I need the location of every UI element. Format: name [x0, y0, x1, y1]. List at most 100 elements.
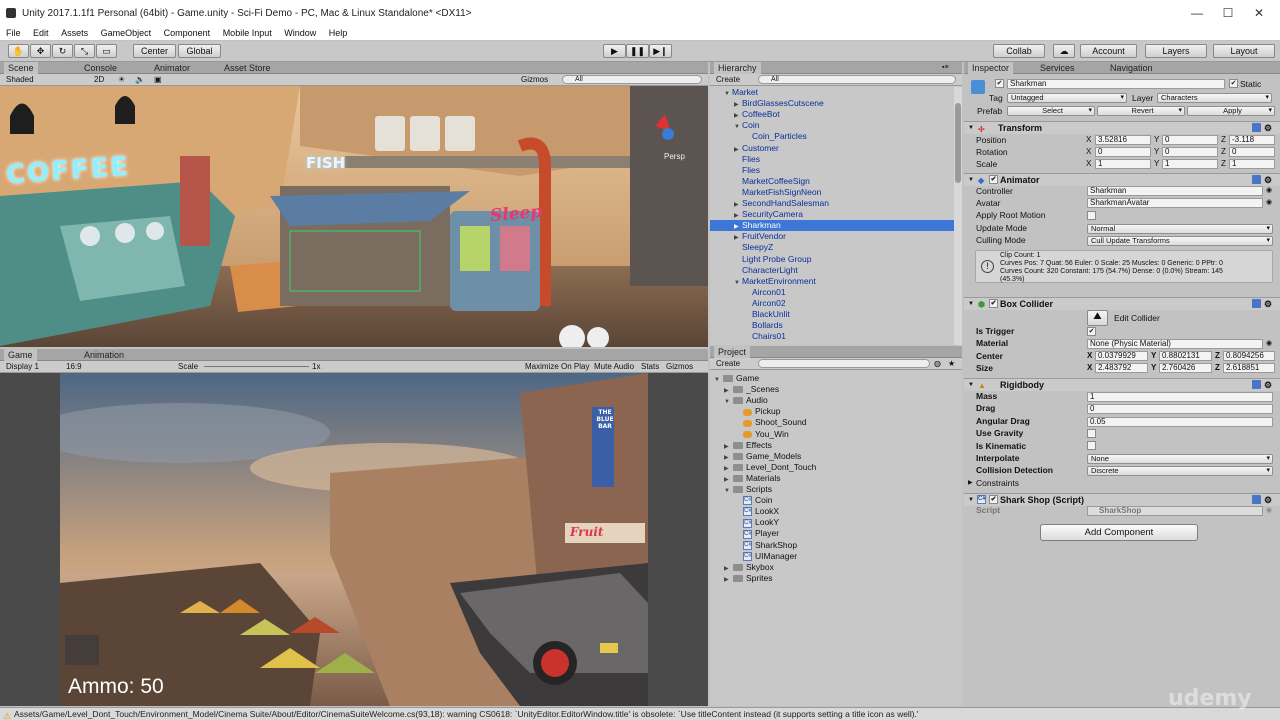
tab-services[interactable]: Services [1036, 62, 1079, 74]
hierarchy-item[interactable]: Chairs01 [710, 331, 954, 342]
account-button[interactable]: Account [1080, 44, 1137, 58]
project-item[interactable]: C# UIManager [734, 551, 797, 562]
game-gizmos-dropdown[interactable]: Gizmos [666, 361, 693, 372]
project-item[interactable]: ▶ Effects [724, 440, 772, 451]
project-item[interactable]: C# Player [734, 528, 779, 539]
settings-gear-icon[interactable]: ⚙ [1264, 494, 1272, 506]
hierarchy-item[interactable]: CharacterLight [710, 265, 954, 276]
hierarchy-item[interactable]: ▶ CoffeeBot [710, 109, 954, 120]
filter-type-icon[interactable]: ◍ [934, 358, 941, 369]
rotation-y-field[interactable]: 0 [1162, 147, 1218, 157]
hierarchy-scroll-thumb[interactable] [955, 103, 961, 183]
panel-menu-icon[interactable]: ▪≡ [942, 64, 949, 71]
tab-navigation[interactable]: Navigation [1106, 62, 1157, 74]
2d-toggle[interactable]: 2D [94, 74, 104, 85]
hierarchy-item[interactable]: ▶ SecondHandSalesman [710, 198, 954, 209]
drag-field[interactable]: 0 [1087, 404, 1273, 414]
favorite-icon[interactable]: ★ [948, 358, 955, 369]
pivot-center-button[interactable]: Center [133, 44, 176, 58]
foldout-arrow-icon[interactable]: ▼ [714, 375, 723, 386]
hierarchy-scrollbar[interactable] [954, 87, 962, 345]
help-icon[interactable] [1252, 380, 1261, 389]
project-item[interactable]: C# LookY [734, 517, 779, 528]
update-mode-dropdown[interactable]: Normal [1087, 224, 1273, 234]
help-icon[interactable] [1252, 175, 1261, 184]
object-picker-icon[interactable]: ◉ [1266, 198, 1272, 206]
culling-mode-dropdown[interactable]: Cull Update Transforms [1087, 236, 1273, 246]
object-picker-icon[interactable]: ◉ [1266, 186, 1272, 194]
edit-collider-button[interactable]: ⛰ [1087, 310, 1108, 326]
foldout-arrow-icon[interactable]: ▼ [724, 486, 733, 497]
animator-enabled-checkbox[interactable]: ✔ [989, 175, 998, 184]
shark-shop-enabled-checkbox[interactable]: ✔ [989, 495, 998, 504]
tab-hierarchy[interactable]: Hierarchy [714, 62, 761, 74]
foldout-arrow-icon[interactable]: ▼ [968, 298, 974, 310]
constraints-foldout[interactable]: Constraints [976, 478, 1019, 489]
foldout-arrow-icon[interactable]: ▶ [968, 479, 973, 486]
project-item[interactable]: ▶ Sprites [724, 573, 772, 584]
project-item[interactable]: C# Coin [734, 495, 772, 506]
is-kinematic-checkbox[interactable] [1087, 441, 1096, 450]
object-picker-icon[interactable]: ◉ [1266, 339, 1272, 347]
stats-toggle[interactable]: Stats [641, 361, 659, 372]
project-item[interactable]: You_Win [734, 429, 789, 440]
tab-scene[interactable]: Scene [4, 62, 38, 74]
object-name-field[interactable]: Sharkman [1007, 79, 1225, 89]
mass-field[interactable]: 1 [1087, 392, 1273, 402]
aspect-dropdown[interactable]: 16:9 [66, 361, 82, 372]
foldout-arrow-icon[interactable]: ▼ [968, 122, 974, 134]
move-tool-icon[interactable]: ✥ [30, 44, 51, 58]
tab-animator[interactable]: Animator [150, 62, 194, 74]
tab-game[interactable]: Game [4, 349, 37, 361]
prefab-select-button[interactable]: Select [1007, 106, 1095, 116]
box-collider-enabled-checkbox[interactable]: ✔ [989, 299, 998, 308]
hierarchy-create-dropdown[interactable]: Create [716, 74, 740, 85]
center-x-field[interactable]: 0.0379929 [1095, 351, 1148, 361]
play-button[interactable]: ▶ [603, 44, 626, 58]
minimize-button[interactable]: — [1182, 6, 1212, 24]
scene-gizmos-dropdown[interactable]: Gizmos [521, 74, 548, 85]
scale-slider[interactable] [204, 366, 309, 367]
project-item[interactable]: C# SharkShop [734, 540, 797, 551]
position-y-field[interactable]: 0 [1162, 135, 1218, 145]
hierarchy-item[interactable]: MarketCoffeeSign [710, 176, 954, 187]
animator-header[interactable]: ▼ ◈ ✔ Animator ⚙ [964, 173, 1280, 186]
step-button[interactable]: ▶❙ [649, 44, 672, 58]
foldout-arrow-icon[interactable]: ▼ [968, 494, 974, 506]
add-component-button[interactable]: Add Component [1040, 524, 1198, 541]
transform-header[interactable]: ▼ ✢ Transform ⚙ [964, 121, 1280, 134]
scene-viewport[interactable]: COFFEE FISH Sleep Persp [0, 86, 708, 347]
scale-z-field[interactable]: 1 [1229, 159, 1275, 169]
use-gravity-checkbox[interactable] [1087, 429, 1096, 438]
shading-dropdown[interactable]: Shaded [6, 74, 34, 85]
hierarchy-item[interactable]: Bollards [710, 320, 954, 331]
position-z-field[interactable]: -3.118 [1229, 135, 1275, 145]
maximize-on-play-toggle[interactable]: Maximize On Play [525, 361, 589, 372]
help-icon[interactable] [1252, 495, 1261, 504]
settings-gear-icon[interactable]: ⚙ [1264, 298, 1272, 310]
collab-button[interactable]: Collab [993, 44, 1045, 58]
scale-tool-icon[interactable]: ⤡ [74, 44, 95, 58]
prefab-apply-button[interactable]: Apply [1187, 106, 1275, 116]
settings-gear-icon[interactable]: ⚙ [1264, 379, 1272, 391]
project-item[interactable]: ▼ Audio [724, 395, 768, 406]
controller-field[interactable]: Sharkman [1087, 186, 1263, 196]
tab-project[interactable]: Project [714, 346, 751, 358]
hierarchy-item[interactable]: Aircon01 [710, 287, 954, 298]
hierarchy-item[interactable]: Flies [710, 154, 954, 165]
hierarchy-item[interactable]: ▶ BirdGlassesCutscene [710, 98, 954, 109]
apply-root-motion-checkbox[interactable] [1087, 211, 1096, 220]
foldout-arrow-icon[interactable]: ▼ [724, 397, 733, 408]
tab-inspector[interactable]: Inspector [968, 62, 1014, 74]
hierarchy-item[interactable]: SleepyZ [710, 242, 954, 253]
hierarchy-item[interactable]: ▶ Customer [710, 143, 954, 154]
size-z-field[interactable]: 2.618851 [1223, 363, 1275, 373]
status-bar[interactable]: ⚠ Assets/Game/Level_Dont_Touch/Environme… [0, 707, 1280, 720]
hierarchy-item[interactable]: Coin_Particles [710, 131, 954, 142]
collision-detection-dropdown[interactable]: Discrete [1087, 466, 1273, 476]
hierarchy-item[interactable]: ▼ Coin [710, 120, 954, 131]
rotation-x-field[interactable]: 0 [1095, 147, 1151, 157]
settings-gear-icon[interactable]: ⚙ [1264, 174, 1272, 186]
hierarchy-item[interactable]: MarketFishSignNeon [710, 187, 954, 198]
avatar-field[interactable]: SharkmanAvatar [1087, 198, 1263, 208]
